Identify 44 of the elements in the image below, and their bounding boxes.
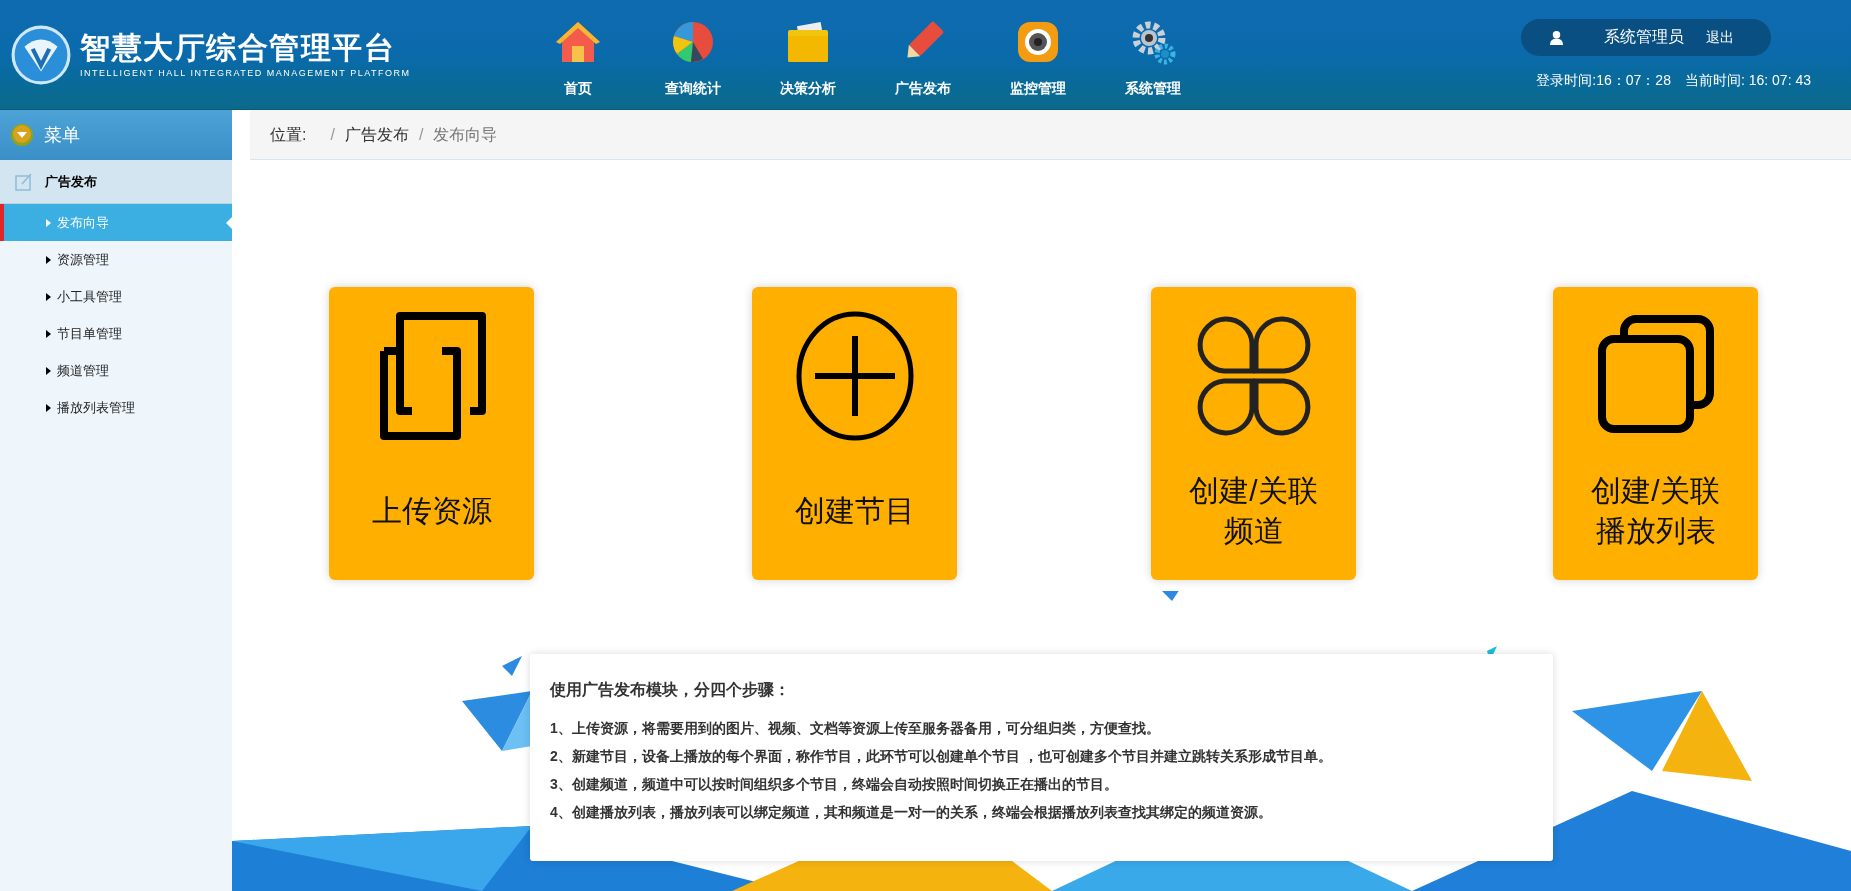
wizard-card[interactable]: 创建/关联 播放列表 bbox=[1553, 287, 1758, 580]
plus-circle-icon bbox=[794, 311, 915, 441]
instructions-title: 使用广告发布模块，分四个步骤： bbox=[550, 680, 791, 700]
app-subtitle: INTELLIGENT HALL INTEGRATED MANAGEMENT PLATFORM bbox=[80, 66, 411, 80]
sidebar-item[interactable]: 资源管理 bbox=[0, 241, 232, 278]
instruction-step: 3、创建频道，频道中可以按时间组织多个节目，终端会自动按照时间切换正在播出的节目。 bbox=[550, 770, 1533, 798]
wizard-card[interactable]: 上传资源 bbox=[329, 287, 534, 580]
nav-item[interactable]: 广告发布 bbox=[865, 10, 980, 99]
logo-icon bbox=[10, 23, 72, 86]
breadcrumb-separator: / bbox=[418, 124, 424, 145]
wizard-card[interactable]: 创建/关联 频道 bbox=[1151, 287, 1356, 580]
sidebar-title: 菜单 bbox=[44, 123, 80, 147]
current-time: 当前时间: 16: 07: 43 bbox=[1684, 70, 1811, 90]
dropdown-icon bbox=[10, 123, 34, 147]
card-title: 创建节目 bbox=[794, 492, 915, 529]
sidebar-item[interactable]: 节目单管理 bbox=[0, 315, 232, 352]
breadcrumb-separator: / bbox=[330, 124, 335, 145]
edit-icon bbox=[14, 171, 34, 192]
user-name: 系统管理员 bbox=[1604, 27, 1684, 47]
sidebar-item[interactable]: 频道管理 bbox=[0, 352, 232, 389]
user-icon bbox=[1549, 29, 1564, 45]
nav-item[interactable]: 查询统计 bbox=[635, 10, 750, 99]
breadcrumb-label: 位置: bbox=[270, 124, 307, 145]
card-title: 上传资源 bbox=[371, 492, 492, 529]
sidebar-item[interactable]: 播放列表管理 bbox=[0, 389, 232, 426]
breadcrumb-current: 发布向导 bbox=[433, 124, 498, 145]
app-title: 智慧大厅综合管理平台 bbox=[80, 30, 396, 66]
card-title: 创建/关联 bbox=[1189, 472, 1318, 509]
card-title: 创建/关联 bbox=[1591, 472, 1720, 509]
nav-item[interactable]: 监控管理 bbox=[980, 10, 1095, 99]
sidebar-section[interactable]: 广告发布 bbox=[0, 160, 232, 204]
nav-item[interactable]: 决策分析 bbox=[750, 10, 865, 99]
nav-item[interactable]: 系统管理 bbox=[1095, 10, 1210, 99]
sidebar-item[interactable]: 小工具管理 bbox=[0, 278, 232, 315]
wizard-card[interactable]: 创建节目 bbox=[752, 287, 957, 580]
instruction-step: 4、创建播放列表，播放列表可以绑定频道，其和频道是一对一的关系，终端会根据播放列表查找其绑定的频道资源。 bbox=[550, 798, 1533, 826]
logout-link[interactable]: 退出 bbox=[1706, 26, 1734, 48]
instruction-step: 1、上传资源，将需要用到的图片、视频、文档等资源上传至服务器备用，可分组归类，方便查找。 bbox=[550, 714, 1533, 742]
login-time: 登录时间:16：07：28 bbox=[1536, 70, 1671, 90]
card-title: 频道 bbox=[1223, 512, 1284, 549]
card-title: 播放列表 bbox=[1595, 512, 1716, 549]
instruction-step: 2、新建节目，设备上播放的每个界面，称作节目，此环节可以创建单个节目 ，也可创建多个节目并建立跳转关系形成节目单。 bbox=[550, 742, 1533, 770]
nav-item[interactable]: 首页 bbox=[520, 10, 635, 99]
breadcrumb-link[interactable]: 广告发布 bbox=[344, 122, 409, 147]
